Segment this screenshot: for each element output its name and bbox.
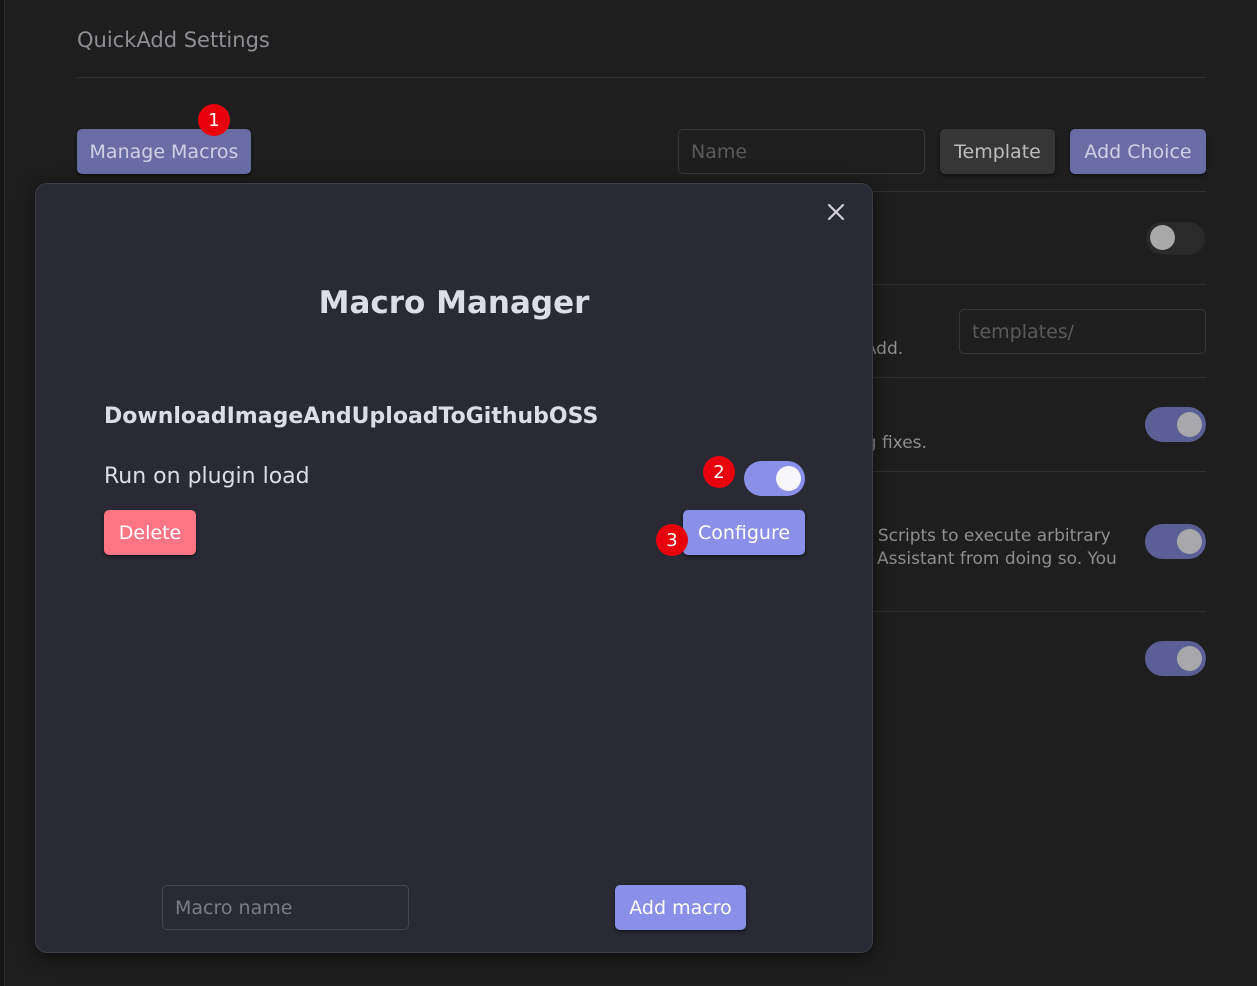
run-on-load-toggle[interactable] xyxy=(744,461,805,496)
configure-macro-button[interactable]: Configure xyxy=(683,510,805,555)
annotation-badge-2: 2 xyxy=(703,456,735,488)
setting-description: er Scripts to execute arbitrary xyxy=(855,526,1111,546)
choice-name-input[interactable]: Name xyxy=(678,129,925,174)
modal-title: Macro Manager xyxy=(318,285,590,321)
setting-toggle-1[interactable] xyxy=(1145,220,1206,255)
macro-name-input[interactable]: Macro name xyxy=(162,885,409,930)
setting-description: AI Assistant from doing so. You xyxy=(855,549,1117,569)
toggle-knob xyxy=(776,466,801,491)
annotation-badge-3: 3 xyxy=(656,524,688,556)
toggle-knob xyxy=(1177,412,1202,437)
add-macro-button[interactable]: Add macro xyxy=(615,885,746,930)
choice-type-select[interactable]: Template xyxy=(940,129,1055,174)
close-icon[interactable] xyxy=(826,202,846,222)
run-on-load-label: Run on plugin load xyxy=(104,464,310,489)
macro-name: DownloadImageAndUploadToGithubOSS xyxy=(104,404,599,429)
toggle-knob xyxy=(1177,646,1202,671)
toggle-knob xyxy=(1150,225,1175,250)
template-folder-input[interactable]: templates/ xyxy=(959,309,1206,354)
setting-toggle-2[interactable] xyxy=(1145,407,1206,442)
window-edge xyxy=(0,0,5,986)
macro-manager-modal: Macro Manager DownloadImageAndUploadToGi… xyxy=(35,183,873,953)
manage-macros-button[interactable]: Manage Macros xyxy=(77,129,251,174)
add-choice-button[interactable]: Add Choice xyxy=(1070,129,1206,174)
setting-toggle-3[interactable] xyxy=(1145,524,1206,559)
setting-toggle-4[interactable] xyxy=(1145,641,1206,676)
delete-macro-button[interactable]: Delete xyxy=(104,510,196,555)
toggle-knob xyxy=(1177,529,1202,554)
divider xyxy=(77,77,1206,78)
settings-title: QuickAdd Settings xyxy=(77,28,270,52)
annotation-badge-1: 1 xyxy=(198,104,230,136)
